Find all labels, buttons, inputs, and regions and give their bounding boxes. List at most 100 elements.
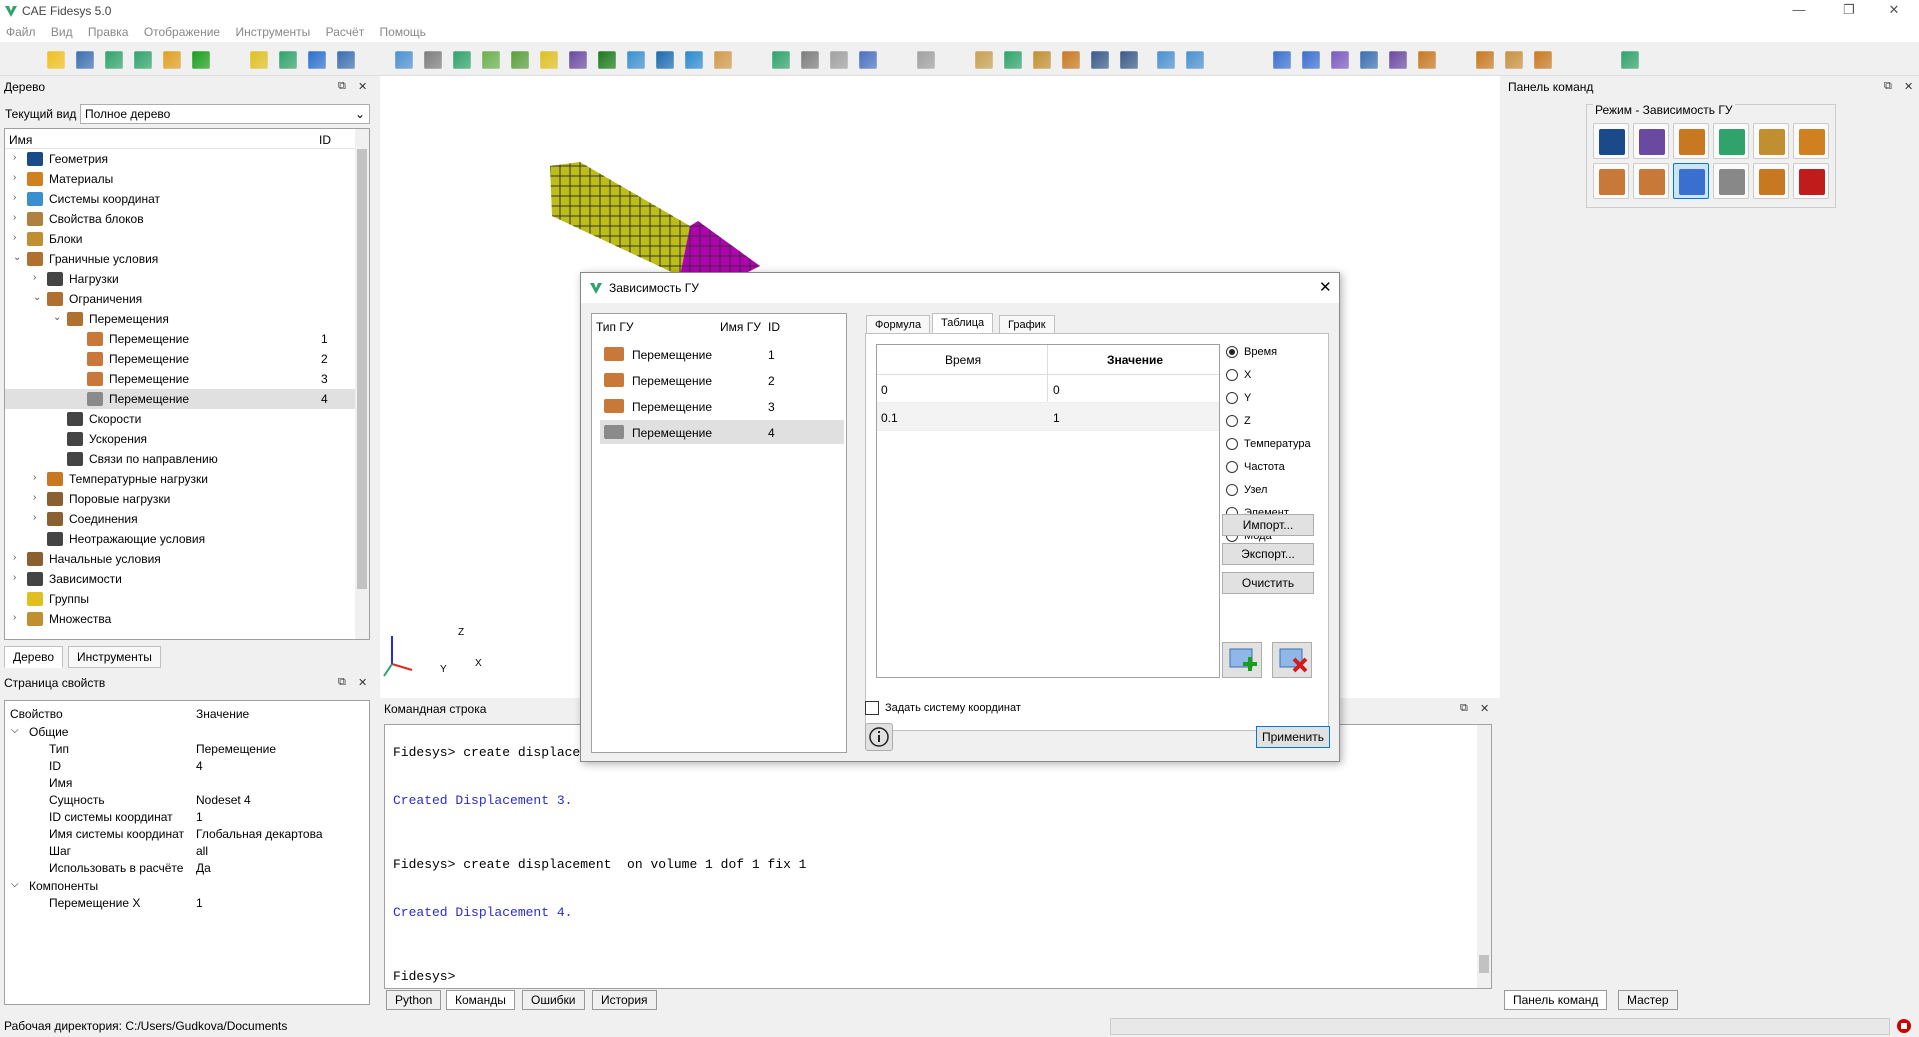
table-row[interactable]: 0.1 1 [877,403,1219,431]
toolbar-tool-icon[interactable] [772,51,790,69]
toolbar-tool-icon[interactable] [1273,51,1291,69]
export-button[interactable]: Экспорт... [1222,543,1314,565]
menu-tools[interactable]: Инструменты [229,22,316,42]
restore-button[interactable]: ❐ [1829,2,1869,20]
toolbar-tool-icon[interactable] [1476,51,1494,69]
toolbar-tool-icon[interactable] [1186,51,1204,69]
prop-row[interactable]: Использовать в расчёте Да [5,861,365,878]
tree-item[interactable]: Перемещение 3 [5,369,355,389]
value-cell[interactable]: 0 [1053,383,1060,397]
clear-button[interactable]: Очистить [1222,572,1314,594]
tab-formula[interactable]: Формула [866,315,931,335]
tree-item[interactable]: › Материалы [5,169,355,189]
tree-item[interactable]: Группы [5,589,355,609]
wave-icon[interactable] [1753,163,1789,199]
radio-button[interactable] [1226,369,1238,381]
tab-errors[interactable]: Ошибки [522,990,585,1010]
tab-tools[interactable]: Инструменты [68,646,161,668]
toolbar-tool-icon[interactable] [76,51,94,69]
coord-system-icon[interactable] [1713,123,1749,159]
float-icon[interactable]: ⧉ [1884,80,1892,93]
tree-item[interactable]: Скорости [5,409,355,429]
minimize-button[interactable]: — [1779,2,1819,20]
close-panel-icon[interactable]: ✕ [1904,80,1913,93]
expand-arrow-icon[interactable]: › [13,572,25,583]
current-view-select[interactable]: Полное дерево ⌄ [80,104,370,124]
toolbar-tool-icon[interactable] [1621,51,1639,69]
toolbar-tool-icon[interactable] [453,51,471,69]
toolbar-tool-icon[interactable] [1360,51,1378,69]
toolbar-tool-icon[interactable] [424,51,442,69]
add-row-button[interactable] [1222,642,1262,678]
tab-tree[interactable]: Дерево [4,646,64,668]
bc-list-item[interactable]: Перемещение 4 [600,420,844,444]
table-row[interactable]: 00 [877,375,1219,403]
toolbar-tool-icon[interactable] [511,51,529,69]
toolbar-tool-icon[interactable] [337,51,355,69]
tree-item[interactable]: ⌄ Перемещения [5,309,355,329]
geometry-icon[interactable] [1593,123,1629,159]
close-panel-icon[interactable]: ✕ [1480,702,1489,715]
expand-arrow-icon[interactable]: ⌄ [13,252,25,263]
prop-value[interactable]: 1 [196,896,203,910]
tree-item[interactable]: › Температурные нагрузки [5,469,355,489]
tree-item[interactable]: Связи по направлению [5,449,355,469]
toolbar-tool-icon[interactable] [685,51,703,69]
calc-icon[interactable] [1713,163,1749,199]
toolbar-tool-icon[interactable] [192,51,210,69]
toolbar-tool-icon[interactable] [888,51,906,69]
collapse-arrow-icon[interactable]: ⌵ [11,879,19,890]
toolbar-tool-icon[interactable] [1389,51,1407,69]
mesh-icon[interactable] [1633,123,1669,159]
toolbar-tool-icon[interactable] [1302,51,1320,69]
elements-icon[interactable] [1793,123,1829,159]
toolbar-tool-icon[interactable] [569,51,587,69]
time-cell[interactable]: 0.1 [881,411,898,425]
tab-history[interactable]: История [592,990,657,1010]
command-scrollbar[interactable] [1477,725,1491,988]
toolbar-tool-icon[interactable] [830,51,848,69]
command-scroll-thumb[interactable] [1479,955,1489,973]
material-icon[interactable] [1673,123,1709,159]
set-cs-checkbox[interactable] [865,701,879,715]
float-icon[interactable]: ⧉ [338,676,346,689]
tree-scroll-thumb[interactable] [357,149,367,589]
tree-item[interactable]: › Нагрузки [5,269,355,289]
tree-item[interactable]: Перемещение 1 [5,329,355,349]
menu-help[interactable]: Помощь [374,22,432,42]
apply-button[interactable]: Применить [1256,726,1330,748]
menu-view[interactable]: Вид [45,22,79,42]
radio-button[interactable] [1226,438,1238,450]
tree-view[interactable]: Имя ID › Геометрия › Материалы › Системы коор… [4,128,370,640]
tree-item[interactable]: ⌄ Ограничения [5,289,355,309]
close-panel-icon[interactable]: ✕ [358,676,367,689]
prop-row[interactable]: Шаг all [5,844,365,861]
toolbar-tool-icon[interactable] [1120,51,1138,69]
radio-button[interactable] [1226,415,1238,427]
toolbar-tool-icon[interactable] [1447,51,1465,69]
menu-display[interactable]: Отображение [138,22,226,42]
command-output[interactable]: Fidesys> create displace Created Displace… [384,724,1492,989]
toolbar-tool-icon[interactable] [279,51,297,69]
toolbar-tool-icon[interactable] [1091,51,1109,69]
toolbar-tool-icon[interactable] [1244,51,1262,69]
tab-python[interactable]: Python [386,990,442,1010]
toolbar-tool-icon[interactable] [540,51,558,69]
toolbar-tool-icon[interactable] [221,51,239,69]
toolbar-tool-icon[interactable] [1331,51,1349,69]
tree-item[interactable]: › Свойства блоков [5,209,355,229]
expand-arrow-icon[interactable]: › [13,152,25,163]
toolbar-tool-icon[interactable] [598,51,616,69]
tree-item[interactable]: › Блоки [5,229,355,249]
toolbar-tool-icon[interactable] [482,51,500,69]
radio-button[interactable] [1226,346,1238,358]
dependency-table[interactable]: Время Значение 0 0 0.1 1 [876,344,1220,678]
radio-button[interactable] [1226,484,1238,496]
radio-button[interactable] [1226,461,1238,473]
dependency-icon[interactable] [1673,163,1709,199]
tree-item[interactable]: ⌄ Граничные условия [5,249,355,269]
toolbar-tool-icon[interactable] [917,51,935,69]
toolbar-tool-icon[interactable] [627,51,645,69]
prop-row[interactable]: Тип Перемещение [5,742,365,759]
expand-arrow-icon[interactable]: › [13,232,25,243]
